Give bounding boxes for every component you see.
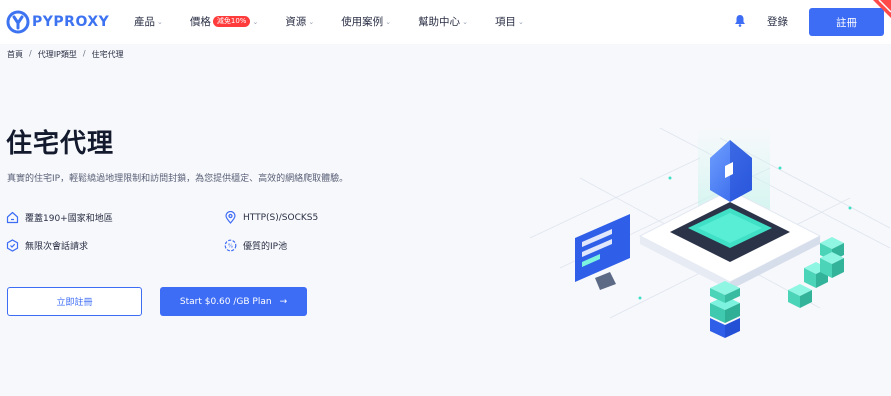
menu-label: 價格 xyxy=(189,16,211,28)
page-subtitle: 真實的住宅IP，輕鬆繞過地理限制和訪問封鎖，為您提供穩定、高效的網絡爬取體驗。 xyxy=(7,174,349,184)
bell-icon[interactable] xyxy=(734,14,746,27)
svg-text:%: % xyxy=(228,244,233,250)
menu-label: 資源 xyxy=(285,16,307,28)
logo-icon xyxy=(6,10,30,34)
chip-platform xyxy=(638,189,822,290)
menu-item-resources[interactable]: 資源 ⌄ xyxy=(285,14,314,29)
page-title: 住宅代理 xyxy=(6,129,115,159)
menu-label: 使用案例 xyxy=(341,16,384,28)
start-plan-label: Start $0.60 /GB Plan xyxy=(179,296,272,307)
chevron-down-icon: ⌄ xyxy=(157,17,163,26)
cube-stack-center xyxy=(710,281,740,338)
percent-icon: % xyxy=(224,239,237,252)
top-nav: PYPROXY 產品 ⌄ 價格 減免10% ⌄ 資源 ⌄ 使用案例 ⌄ 幫助中心 ⌄ 項目… xyxy=(0,0,891,44)
location-pin-icon xyxy=(225,211,236,224)
menu-item-products[interactable]: 產品 ⌄ xyxy=(134,14,163,29)
menu-item-projects[interactable]: 項目 ⌄ xyxy=(495,14,524,29)
chevron-down-icon: ⌄ xyxy=(385,17,392,26)
breadcrumb-separator: / xyxy=(82,49,86,58)
arrow-right-icon: → xyxy=(279,296,288,307)
chevron-down-icon: ⌄ xyxy=(462,17,468,26)
start-plan-button[interactable]: Start $0.60 /GB Plan → xyxy=(160,287,307,316)
monitor-shape xyxy=(575,214,630,290)
breadcrumb: 首頁 / 代理IP類型 / 住宅代理 xyxy=(7,49,124,60)
menu-item-use-cases[interactable]: 使用案例 ⌄ xyxy=(341,14,391,29)
login-link[interactable]: 登錄 xyxy=(767,14,788,29)
breadcrumb-current: 住宅代理 xyxy=(91,50,124,59)
menu-label: 幫助中心 xyxy=(418,16,461,28)
feature-label: 優質的IP池 xyxy=(243,242,288,252)
breadcrumb-separator: / xyxy=(29,49,32,58)
register-now-button[interactable]: 立即註冊 xyxy=(7,287,142,316)
feature-label: 無限次會話請求 xyxy=(25,242,89,252)
breadcrumb-category[interactable]: 代理IP類型 xyxy=(38,49,77,60)
chevron-down-icon: ⌄ xyxy=(308,17,315,26)
feature-ip-pool: % 優質的IP池 xyxy=(224,239,287,252)
menu-item-pricing[interactable]: 價格 減免10% ⌄ xyxy=(190,14,258,29)
feature-protocols: HTTP(S)/SOCKS5 xyxy=(224,211,318,224)
breadcrumb-home[interactable]: 首頁 xyxy=(7,49,23,60)
feature-sessions: 無限次會話請求 xyxy=(6,239,88,252)
main-menu: 產品 ⌄ 價格 減免10% ⌄ 資源 ⌄ 使用案例 ⌄ 幫助中心 ⌄ 項目 ⌄ xyxy=(134,14,551,29)
discount-badge: 減免10% xyxy=(212,16,251,27)
logo-text: PYPROXY xyxy=(32,14,110,30)
hexagon-icon xyxy=(6,239,19,252)
menu-label: 產品 xyxy=(134,16,155,28)
feature-label: HTTP(S)/SOCKS5 xyxy=(243,212,319,223)
menu-label: 項目 xyxy=(494,16,516,28)
feature-coverage: 覆蓋190+國家和地區 xyxy=(6,211,113,224)
chevron-down-icon: ⌄ xyxy=(252,17,259,26)
hero-illustration xyxy=(529,124,891,338)
home-icon xyxy=(6,211,19,224)
menu-item-help-center[interactable]: 幫助中心 ⌄ xyxy=(418,14,468,29)
feature-label: 覆蓋190+國家和地區 xyxy=(25,214,113,224)
corner-ribbon-icon xyxy=(873,0,891,18)
chevron-down-icon: ⌄ xyxy=(517,17,524,26)
logo[interactable]: PYPROXY xyxy=(6,10,109,34)
